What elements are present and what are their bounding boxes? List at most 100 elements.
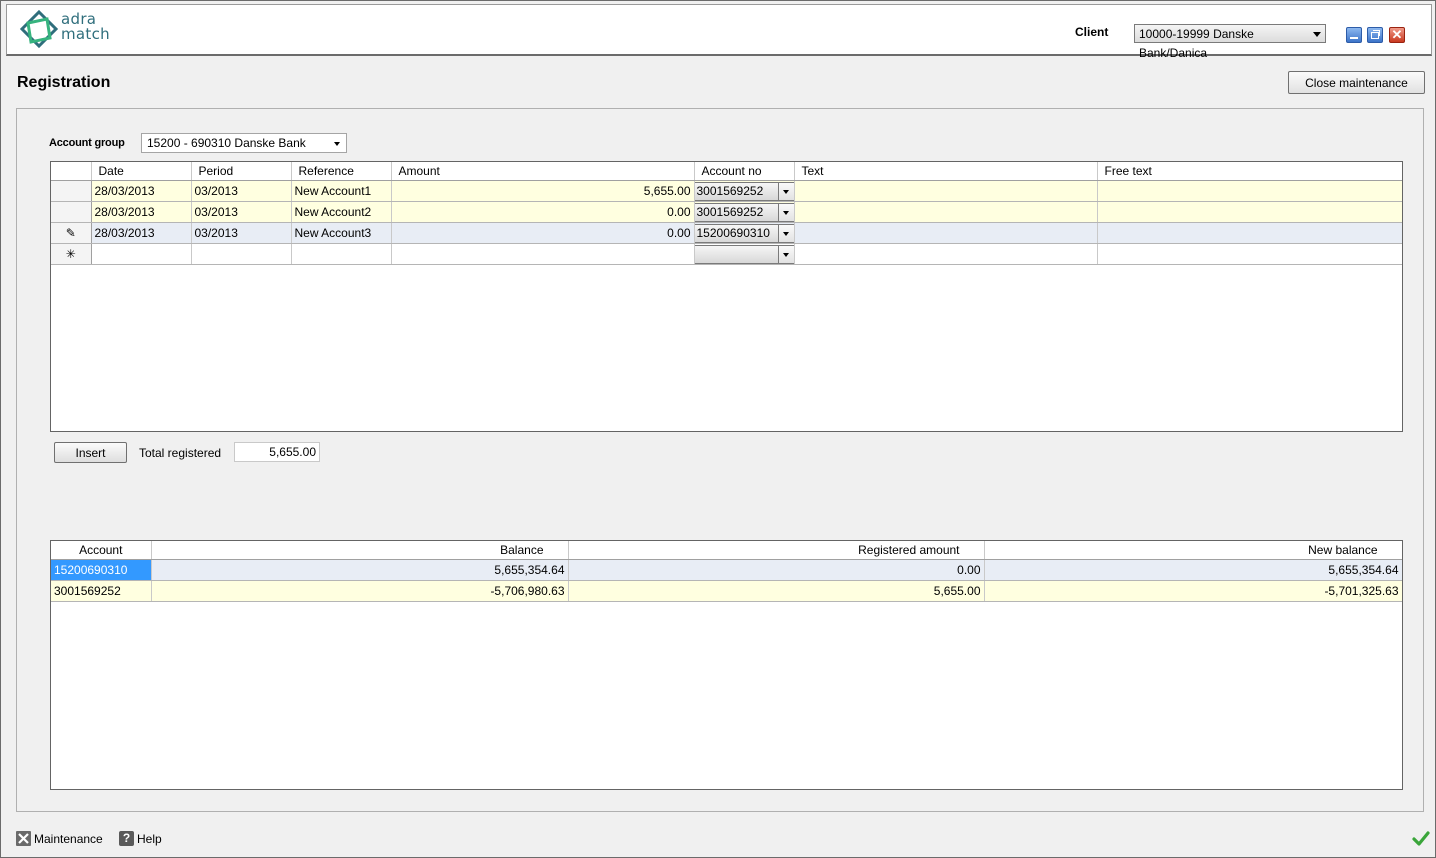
account-no-value: 15200690310 [696,225,770,240]
table-row[interactable]: 28/03/2013 03/2013 New Account1 5,655.00… [51,180,1402,202]
total-registered-label: Total registered [139,446,222,460]
close-maintenance-button[interactable]: Close maintenance [1288,71,1425,94]
column-header-period[interactable]: Period [191,162,292,181]
cell-reference[interactable]: New Account2 [291,201,392,223]
cell-amount[interactable]: 5,655.00 [391,180,695,202]
cell-balance[interactable]: -5,706,980.63 [151,580,569,602]
column-header-reference[interactable]: Reference [291,162,392,181]
client-label: Client [1075,25,1109,39]
new-row-asterisk-icon[interactable]: ✳ [51,243,92,265]
tools-icon [16,831,31,846]
account-no-value: 3001569252 [696,183,764,198]
cell-amount[interactable] [391,243,695,265]
column-header-amount[interactable]: Amount [391,162,695,181]
chevron-down-icon[interactable] [777,245,793,263]
help-label: Help [137,831,162,846]
row-indicator[interactable] [51,201,92,223]
table-row[interactable]: 15200690310 5,655,354.64 0.00 5,655,354.… [51,559,1402,581]
cell-account-no[interactable]: 15200690310 [694,222,795,244]
chevron-down-icon[interactable] [777,182,793,200]
cell-date[interactable]: 28/03/2013 [91,180,192,202]
account-no-combo[interactable] [694,244,793,264]
balance-header-row: Account Balance Registered amount New ba… [51,541,1402,560]
help-icon: ? [119,831,134,846]
cell-registered-amount[interactable]: 0.00 [568,559,985,581]
chevron-down-icon [1313,32,1321,37]
row-indicator[interactable] [51,180,92,202]
table-row[interactable]: 3001569252 -5,706,980.63 5,655.00 -5,701… [51,580,1402,602]
cell-account-no[interactable] [694,243,795,265]
registration-header-row: Date Period Reference Amount Account no … [51,162,1402,181]
cell-account[interactable]: 3001569252 [51,580,152,602]
adra-match-logo: adra match [19,9,119,53]
insert-button[interactable]: Insert [54,442,127,463]
status-ok-check-icon [1412,831,1430,846]
account-no-combo[interactable]: 3001569252 [694,181,793,201]
total-registered-value: 5,655.00 [234,442,320,462]
cell-date[interactable] [91,243,192,265]
cell-free-text[interactable] [1097,222,1402,244]
column-header-new-balance[interactable]: New balance [984,541,1402,560]
column-header-registered-amount[interactable]: Registered amount [568,541,985,560]
maintenance-label: Maintenance [34,831,103,846]
cell-balance[interactable]: 5,655,354.64 [151,559,569,581]
table-row[interactable]: 28/03/2013 03/2013 New Account2 0.00 300… [51,201,1402,223]
cell-reference[interactable] [291,243,392,265]
column-header-account-no[interactable]: Account no [694,162,795,181]
account-group-value: 15200 - 690310 Danske Bank [147,136,306,150]
cell-free-text[interactable] [1097,180,1402,202]
cell-amount[interactable]: 0.00 [391,201,695,223]
column-header-balance[interactable]: Balance [151,541,569,560]
cell-reference[interactable]: New Account1 [291,180,392,202]
cell-account-no[interactable]: 3001569252 [694,201,795,223]
cell-reference[interactable]: New Account3 [291,222,392,244]
registration-grid[interactable]: Date Period Reference Amount Account no … [50,161,1403,432]
account-no-combo[interactable]: 3001569252 [694,202,793,222]
cell-free-text[interactable] [1097,243,1402,265]
cell-date[interactable]: 28/03/2013 [91,201,192,223]
account-group-select[interactable]: 15200 - 690310 Danske Bank [141,133,347,153]
maintenance-link[interactable]: Maintenance [16,831,103,846]
minimize-button[interactable] [1346,27,1362,43]
header-bar: adra match Client 10000-19999 Danske Ban… [6,4,1432,60]
cell-account[interactable]: 15200690310 [51,559,152,581]
restore-button[interactable] [1367,27,1383,43]
logo-text-match: match [61,25,110,43]
close-window-button[interactable]: ✕ [1389,27,1405,43]
cell-period[interactable]: 03/2013 [191,201,292,223]
column-header-date[interactable]: Date [91,162,192,181]
column-header-free-text[interactable]: Free text [1097,162,1402,181]
cell-text[interactable] [794,180,1098,202]
table-row[interactable]: ✎ 28/03/2013 03/2013 New Account3 0.00 1… [51,222,1402,244]
help-link[interactable]: ? Help [119,831,162,846]
cell-period[interactable]: 03/2013 [191,180,292,202]
chevron-down-icon[interactable] [777,224,793,242]
account-no-combo[interactable]: 15200690310 [694,223,793,243]
cell-amount[interactable]: 0.00 [391,222,695,244]
cell-new-balance[interactable]: -5,701,325.63 [984,580,1402,602]
account-group-label: Account group [49,137,125,149]
column-header-account[interactable]: Account [51,541,152,560]
cell-text[interactable] [794,243,1098,265]
cell-free-text[interactable] [1097,201,1402,223]
client-select[interactable]: 10000-19999 Danske Bank/Danica [1134,24,1326,60]
cell-period[interactable]: 03/2013 [191,222,292,244]
pencil-icon[interactable]: ✎ [51,222,92,244]
chevron-down-icon [334,142,340,146]
cell-registered-amount[interactable]: 5,655.00 [568,580,985,602]
cell-new-balance[interactable]: 5,655,354.64 [984,559,1402,581]
account-no-value: 3001569252 [696,204,764,219]
page-title: Registration [17,74,111,91]
cell-period[interactable] [191,243,292,265]
cell-text[interactable] [794,222,1098,244]
column-header-text[interactable]: Text [794,162,1098,181]
balance-grid[interactable]: Account Balance Registered amount New ba… [50,540,1403,790]
cell-account-no[interactable]: 3001569252 [694,180,795,202]
logo-mark-icon [19,9,59,49]
row-header-corner [51,162,92,181]
chevron-down-icon[interactable] [777,203,793,221]
cell-text[interactable] [794,201,1098,223]
cell-date[interactable]: 28/03/2013 [91,222,192,244]
new-row[interactable]: ✳ [51,243,1402,265]
client-select-value: 10000-19999 Danske Bank/Danica [1139,27,1254,60]
